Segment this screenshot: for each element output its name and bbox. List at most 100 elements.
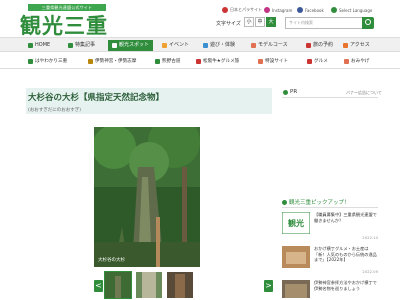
nav-booking[interactable]: 旅の予約 <box>306 40 333 51</box>
nav-ise[interactable]: 伊勢神宮・伊勢志摩 <box>88 56 136 67</box>
font-size-small-button[interactable]: 小 <box>244 17 254 27</box>
tree-icon <box>155 59 160 64</box>
star-icon <box>162 43 167 48</box>
thumb-image: 観光 <box>282 212 310 234</box>
calendar-icon <box>306 43 311 48</box>
social-link-japan[interactable]: 日本とパラサイト <box>222 7 262 13</box>
book-icon <box>68 43 73 48</box>
pr-label: PR <box>290 89 298 95</box>
pr-icon <box>283 89 288 95</box>
car-icon <box>343 43 348 48</box>
search-button[interactable] <box>362 17 374 29</box>
pickup-title: 観光三重ピックアップ！ <box>289 200 350 206</box>
home-icon <box>28 43 33 48</box>
nav-events[interactable]: イベント <box>162 40 189 51</box>
social-label: Instagram <box>272 7 293 13</box>
gallery-prev-button[interactable]: < <box>94 280 103 292</box>
nav-spots[interactable]: 観光スポット <box>108 40 154 51</box>
banner-ad-link[interactable]: バナー広告について <box>346 90 382 96</box>
nav-kumano[interactable]: 熊野古道 <box>155 56 180 67</box>
nav-model-course[interactable]: モデルコース <box>251 40 288 51</box>
select-language[interactable]: Select Language <box>331 7 372 13</box>
japan-flag-icon <box>222 7 228 13</box>
pin-icon <box>112 43 117 48</box>
social-label: 日本とパラサイト <box>230 7 262 12</box>
pickup-thumb <box>282 280 310 298</box>
divider <box>282 207 378 208</box>
globe-icon <box>331 7 337 13</box>
map-icon <box>28 59 33 64</box>
photo-caption: 大杉谷の大杉 <box>98 258 125 263</box>
play-icon <box>203 43 208 48</box>
nav-quick-guide[interactable]: はやわかり三重 <box>28 56 67 67</box>
gallery-thumb[interactable] <box>136 272 162 298</box>
food-icon <box>307 59 312 64</box>
title-reading: (おおすぎだにのおおすぎ) <box>28 108 82 113</box>
nav-gourmet[interactable]: グルメ <box>307 56 328 67</box>
nav-label: 旅の予約 <box>313 42 334 48</box>
pickup-icon <box>282 199 287 205</box>
nav-label: 伊勢神宮・伊勢志摩 <box>95 59 137 64</box>
thumb-image <box>282 280 310 298</box>
instagram-icon <box>264 7 270 13</box>
pickup-thumb: 観光 <box>282 212 310 234</box>
nav-home[interactable]: HOME <box>28 40 50 51</box>
pickup-thumb <box>282 246 310 268</box>
nav-souvenir[interactable]: おみやげ <box>344 56 369 67</box>
nav-label: はやわかり三重 <box>35 59 68 64</box>
social-label: Facebook <box>305 7 324 13</box>
nav-label: アクセス <box>350 42 370 48</box>
nav-label: イベント <box>169 42 190 48</box>
facebook-icon <box>297 7 303 13</box>
pickup-text: 【職員募集中】三重県観光連盟で働きませんか？ <box>314 212 377 223</box>
gallery-thumb[interactable] <box>167 272 193 298</box>
nav-activities[interactable]: 遊び・体験 <box>203 40 235 51</box>
nav-label: 特集記事 <box>75 42 96 48</box>
page-title: 大杉谷の大杉【県指定天然記念物】 <box>28 93 165 103</box>
nav-label: 松阪牛★グルメ旅 <box>203 59 240 64</box>
pickup-date: 2022.10 <box>362 235 378 240</box>
thumb-image <box>136 272 162 298</box>
pickup-heading: 観光三重ピックアップ！ <box>282 198 350 206</box>
pickup-date: 2022.09 <box>362 269 378 274</box>
route-icon <box>251 43 256 48</box>
social-link-instagram[interactable]: Instagram <box>264 7 292 13</box>
special-icon <box>258 59 263 64</box>
search-input[interactable]: サイト内検索 <box>285 17 363 29</box>
gift-icon <box>344 59 349 64</box>
shrine-icon <box>88 59 93 64</box>
main-photo[interactable] <box>94 127 200 267</box>
nav-label: モデルコース <box>258 42 288 48</box>
font-size-medium-button[interactable]: 中 <box>255 17 265 27</box>
social-link-facebook[interactable]: Facebook <box>297 7 324 13</box>
nav-matsusaka-gourmet[interactable]: 松阪牛★グルメ旅 <box>196 56 239 67</box>
site-logo[interactable]: 観光三重 <box>20 10 108 40</box>
nav-access[interactable]: アクセス <box>343 40 370 51</box>
nav-label: 観光スポット <box>119 42 150 48</box>
nav-features[interactable]: 特集記事 <box>68 40 95 51</box>
font-size-large-button[interactable]: 大 <box>266 17 276 27</box>
pickup-item[interactable]: 観光 【職員募集中】三重県観光連盟で働きませんか？ 2022.10 <box>282 212 378 242</box>
gallery-next-button[interactable]: > <box>264 280 273 292</box>
nav-label: おみやげ <box>351 59 370 64</box>
thumb-image <box>282 246 310 268</box>
giant-cedar-photo <box>94 127 200 267</box>
nav-label: HOME <box>35 42 51 48</box>
nav-label: 特設サイト <box>265 59 288 64</box>
nav-special-site[interactable]: 特設サイト <box>258 56 288 67</box>
gallery-thumb[interactable] <box>104 271 132 299</box>
thumb-image <box>105 272 131 298</box>
pickup-text: 伊勢神宮参拝方法やおかげ横丁で伊勢名物を巡りましょう <box>314 280 377 291</box>
divider <box>282 97 378 98</box>
nav-label: 遊び・体験 <box>210 42 236 48</box>
pr-heading: PR <box>283 89 297 95</box>
pickup-text: おかげ横丁グルメ・お土産は「新！人気のものから伝統の逸品まで」【2022年】 <box>314 246 377 263</box>
svg-text:観光: 観光 <box>288 218 304 228</box>
secondary-nav: はやわかり三重 伊勢神宮・伊勢志摩 熊野古道 松阪牛★グルメ旅 特設サイト グル… <box>0 54 400 69</box>
font-size-label: 文字サイズ <box>216 21 241 27</box>
beef-icon <box>196 59 201 64</box>
thumb-image <box>167 272 193 298</box>
pickup-item[interactable]: 伊勢神宮参拝方法やおかげ横丁で伊勢名物を巡りましょう <box>282 280 378 298</box>
nav-label: 熊野古道 <box>162 59 181 64</box>
pickup-item[interactable]: おかげ横丁グルメ・お土産は「新！人気のものから伝統の逸品まで」【2022年】 2… <box>282 246 378 276</box>
